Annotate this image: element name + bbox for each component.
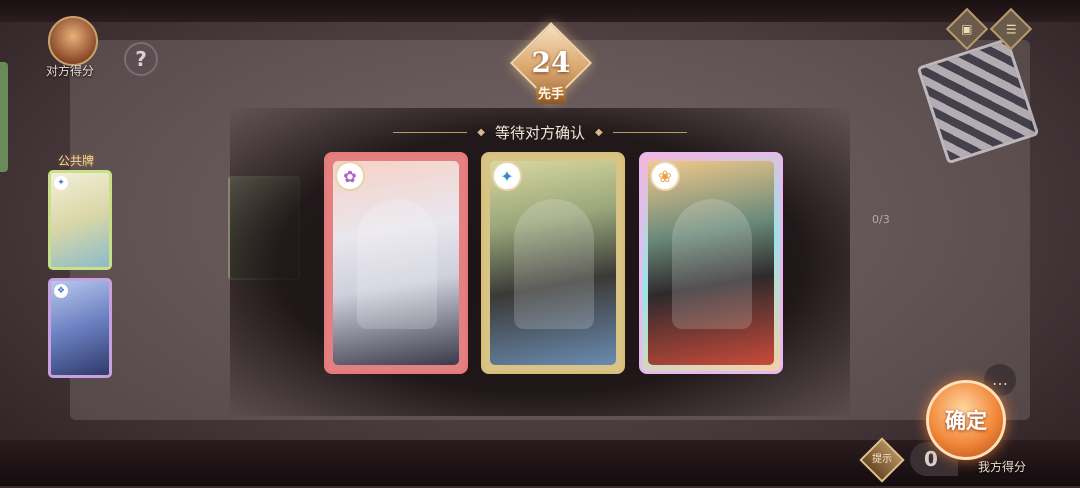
divider-line — [393, 131, 468, 133]
waiting-banner: ◆ 等待对方确认 ◆ — [390, 122, 690, 142]
suit-icon: ✦ — [54, 176, 68, 190]
public-card-2[interactable]: ❖ — [48, 278, 112, 378]
menu-icon[interactable]: ☰ — [989, 7, 1033, 51]
card-deck-icon[interactable]: ▣ — [945, 7, 989, 51]
public-card-1[interactable]: ✦ — [48, 170, 112, 270]
top-right-controls: ▣ ☰ — [945, 7, 1033, 51]
star-emblem-icon: ✦ — [492, 161, 522, 191]
first-move-label: 先手 — [536, 86, 566, 104]
character-card-2[interactable]: ✦ — [481, 152, 625, 374]
turn-badge: 24 先手 — [509, 21, 593, 106]
suit-icon: ❖ — [54, 284, 68, 298]
confirm-button[interactable]: 确定 — [926, 380, 1006, 460]
diamond-icon: ◆ — [595, 126, 603, 138]
divider-line — [612, 131, 687, 133]
flower-emblem-icon: ✿ — [335, 161, 365, 191]
hint-label: 提示 — [872, 454, 892, 465]
help-button[interactable]: ? — [124, 42, 158, 76]
public-cards-label: 公共牌 — [58, 154, 95, 168]
character-figure — [672, 199, 752, 329]
progress-count: 0/3 — [872, 213, 890, 226]
diamond-icon: ◆ — [477, 126, 485, 138]
turn-number: 24 — [531, 46, 571, 79]
character-figure — [514, 199, 594, 329]
opponent-avatar[interactable] — [48, 16, 98, 66]
opponent-score-label: 对方得分 — [46, 64, 95, 78]
waiting-text: 等待对方确认 — [494, 123, 585, 142]
blossom-emblem-icon: ❀ — [650, 161, 680, 191]
top-strip — [0, 0, 1080, 22]
character-card-3[interactable]: ❀ — [639, 152, 783, 374]
character-card-1[interactable]: ✿ — [324, 152, 468, 374]
side-handle[interactable] — [0, 62, 8, 172]
my-score-label: 我方得分 — [978, 460, 1027, 474]
character-figure — [357, 199, 437, 329]
